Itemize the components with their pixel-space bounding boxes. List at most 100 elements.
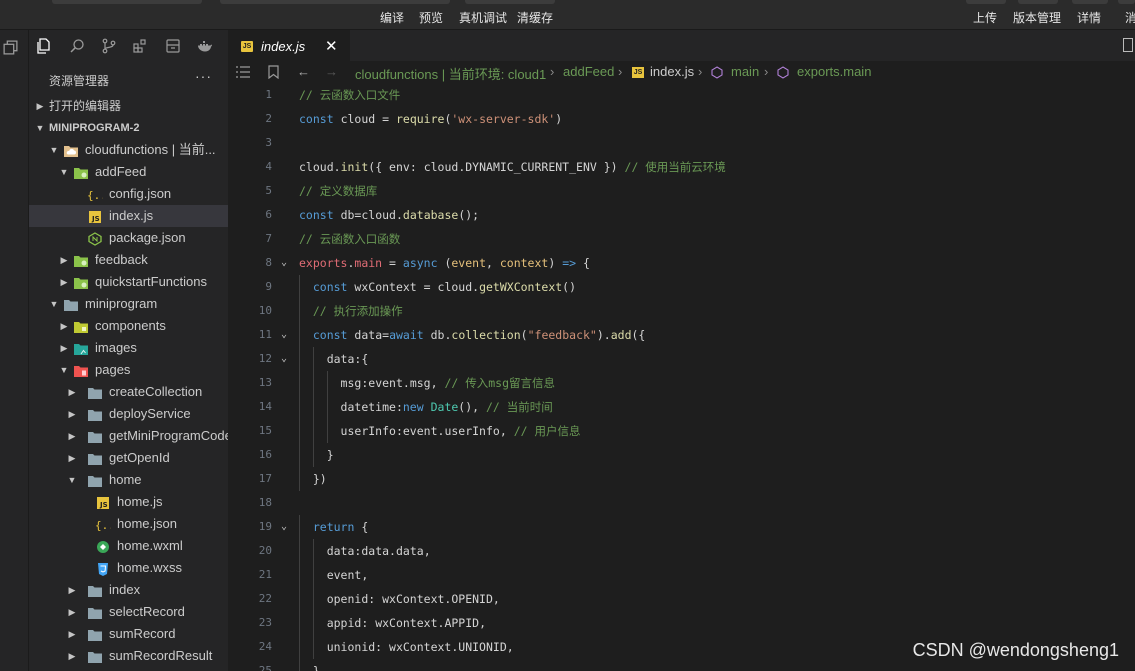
breadcrumb-item[interactable]: index.js bbox=[650, 64, 694, 79]
code-line[interactable]: 10 // 执行添加操作 bbox=[228, 299, 1135, 323]
folder-item[interactable]: ▶ quickstartFunctions bbox=[29, 271, 228, 293]
fold-chevron-icon[interactable]: ⌄ bbox=[281, 323, 287, 347]
code-text: cloud.init({ env: cloud.DYNAMIC_CURRENT_… bbox=[299, 160, 726, 174]
editor-area: JS index.js ✕ ← → cloudfunctions | 当前环境:… bbox=[228, 30, 1135, 671]
version-manage-button[interactable]: 版本管理 bbox=[1013, 9, 1061, 26]
code-text: const data=await db.collection("feedback… bbox=[312, 328, 646, 342]
line-number: 10 bbox=[258, 304, 272, 317]
clear-cache-button[interactable]: 清缓存 bbox=[517, 9, 553, 26]
compile-button[interactable]: 编译 bbox=[380, 9, 404, 26]
outline-list-icon[interactable] bbox=[236, 66, 250, 78]
folder-item[interactable]: ▼ home bbox=[29, 469, 228, 491]
file-item[interactable]: {..} home.json bbox=[29, 513, 228, 535]
preview-button[interactable]: 预览 bbox=[419, 9, 443, 26]
code-line[interactable]: 15 userInfo:event.userInfo, // 用户信息 bbox=[228, 419, 1135, 443]
folder-item[interactable]: ▶ getMiniProgramCode bbox=[29, 425, 228, 447]
tree-item-label: sumRecordResult bbox=[109, 648, 213, 663]
code-line[interactable]: 12 ⌄ data:{ bbox=[228, 347, 1135, 371]
extensions-icon[interactable] bbox=[132, 38, 148, 54]
code-line[interactable]: 7 // 云函数入口函数 bbox=[228, 227, 1135, 251]
source-control-icon[interactable] bbox=[101, 38, 117, 54]
folder-item[interactable]: ▶ deployService bbox=[29, 403, 228, 425]
code-line[interactable]: 17 }) bbox=[228, 467, 1135, 491]
file-item[interactable]: JS index.js bbox=[29, 205, 228, 227]
details-button[interactable]: 详情 bbox=[1077, 9, 1101, 26]
folder-item[interactable]: ▶ createCollection bbox=[29, 381, 228, 403]
json-file-icon: {..} bbox=[95, 517, 122, 532]
code-line[interactable]: 20 data:data.data, bbox=[228, 539, 1135, 563]
file-item[interactable]: home.wxss bbox=[29, 557, 228, 579]
tab-index-js[interactable]: JS index.js ✕ bbox=[228, 30, 350, 61]
folder-item[interactable]: ▼ cloudfunctions | 当前... bbox=[29, 139, 228, 161]
code-line[interactable]: 6 const db=cloud.database(); bbox=[228, 203, 1135, 227]
code-line[interactable]: 23 appid: wxContext.APPID, bbox=[228, 611, 1135, 635]
breadcrumb-item[interactable]: exports.main bbox=[797, 64, 871, 79]
folder-item[interactable]: ▶ images bbox=[29, 337, 228, 359]
copy-window-icon[interactable] bbox=[2, 39, 19, 56]
code-line[interactable]: 3 bbox=[228, 131, 1135, 155]
folder-icon bbox=[73, 341, 89, 355]
code-line[interactable]: 2 const cloud = require('wx-server-sdk') bbox=[228, 107, 1135, 131]
code-line[interactable]: 14 datetime:new Date(), // 当前时间 bbox=[228, 395, 1135, 419]
chevron-right-icon: › bbox=[550, 64, 555, 79]
code-line[interactable]: 19 ⌄ return { bbox=[228, 515, 1135, 539]
breadcrumb-item[interactable]: addFeed bbox=[563, 64, 614, 79]
file-item[interactable]: package.json bbox=[29, 227, 228, 249]
docker-icon[interactable] bbox=[197, 38, 213, 54]
code-line[interactable]: 18 bbox=[228, 491, 1135, 515]
fold-chevron-icon[interactable]: ⌄ bbox=[281, 251, 287, 275]
project-section[interactable]: ▼ MINIPROGRAM-2 bbox=[29, 117, 228, 139]
message-button[interactable]: 消 bbox=[1125, 9, 1135, 26]
folder-item[interactable]: ▼ pages bbox=[29, 359, 228, 381]
open-editors-section[interactable]: ▶ 打开的编辑器 bbox=[29, 95, 228, 117]
code-line[interactable]: 1 // 云函数入口文件 bbox=[228, 83, 1135, 107]
folder-item[interactable]: ▼ miniprogram bbox=[29, 293, 228, 315]
folder-item[interactable]: ▶ components bbox=[29, 315, 228, 337]
search-icon[interactable] bbox=[69, 38, 85, 54]
code-line[interactable]: 9 const wxContext = cloud.getWXContext() bbox=[228, 275, 1135, 299]
folder-icon bbox=[73, 363, 89, 377]
code-line[interactable]: 21 event, bbox=[228, 563, 1135, 587]
upload-button[interactable]: 上传 bbox=[973, 9, 997, 26]
explorer-files-icon[interactable] bbox=[36, 38, 52, 54]
back-arrow-icon[interactable]: ← bbox=[297, 64, 310, 79]
breadcrumb-item[interactable]: main bbox=[731, 64, 759, 79]
close-icon[interactable]: ✕ bbox=[325, 37, 338, 55]
code-editor[interactable]: 1 // 云函数入口文件 2 const cloud = require('wx-se… bbox=[228, 83, 1135, 671]
breadcrumb-item[interactable]: cloudfunctions | 当前环境: cloud1 bbox=[355, 64, 546, 83]
code-line[interactable]: 8 ⌄ exports.main = async (event, context) … bbox=[228, 251, 1135, 275]
folder-item[interactable]: ▶ getOpenId bbox=[29, 447, 228, 469]
split-editor-icon[interactable] bbox=[1123, 38, 1133, 52]
code-line[interactable]: 4 cloud.init({ env: cloud.DYNAMIC_CURRENT… bbox=[228, 155, 1135, 179]
folder-item[interactable]: ▶ selectRecord bbox=[29, 601, 228, 623]
code-line[interactable]: 16 } bbox=[228, 443, 1135, 467]
chevron-right-icon: ▶ bbox=[68, 453, 76, 463]
wxss-file-icon bbox=[95, 561, 111, 576]
code-line[interactable]: 11 ⌄ const data=await db.collection("feed… bbox=[228, 323, 1135, 347]
fold-chevron-icon[interactable]: ⌄ bbox=[281, 347, 287, 371]
code-line[interactable]: 22 openid: wxContext.OPENID, bbox=[228, 587, 1135, 611]
code-line[interactable]: 5 // 定义数据库 bbox=[228, 179, 1135, 203]
folder-item[interactable]: ▶ sumRecord bbox=[29, 623, 228, 645]
folder-item[interactable]: ▶ feedback bbox=[29, 249, 228, 271]
code-text: }) bbox=[299, 472, 327, 486]
chevron-down-icon: ▼ bbox=[59, 167, 69, 177]
file-item[interactable]: home.wxml bbox=[29, 535, 228, 557]
code-line[interactable]: 13 msg:event.msg, // 传入msg留言信息 bbox=[228, 371, 1135, 395]
folder-item[interactable]: ▶ index bbox=[29, 579, 228, 601]
storage-icon[interactable] bbox=[165, 38, 181, 54]
remote-debug-button[interactable]: 真机调试 bbox=[459, 9, 507, 26]
tree-item-label: components bbox=[95, 318, 166, 333]
folder-item[interactable]: ▶ sumRecordResult bbox=[29, 645, 228, 667]
tree-item-label: home.json bbox=[117, 516, 177, 531]
more-actions-button[interactable]: ··· bbox=[195, 68, 212, 84]
forward-arrow-icon[interactable]: → bbox=[325, 64, 338, 79]
chevron-right-icon: ▶ bbox=[68, 629, 76, 639]
file-item[interactable]: JS home.js bbox=[29, 491, 228, 513]
file-item[interactable]: {..} config.json bbox=[29, 183, 228, 205]
fold-chevron-icon[interactable]: ⌄ bbox=[281, 515, 287, 539]
folder-item[interactable]: ▼ addFeed bbox=[29, 161, 228, 183]
code-text: const db=cloud.database(); bbox=[299, 208, 480, 222]
folder-icon bbox=[87, 451, 103, 465]
bookmark-icon[interactable] bbox=[268, 65, 279, 79]
